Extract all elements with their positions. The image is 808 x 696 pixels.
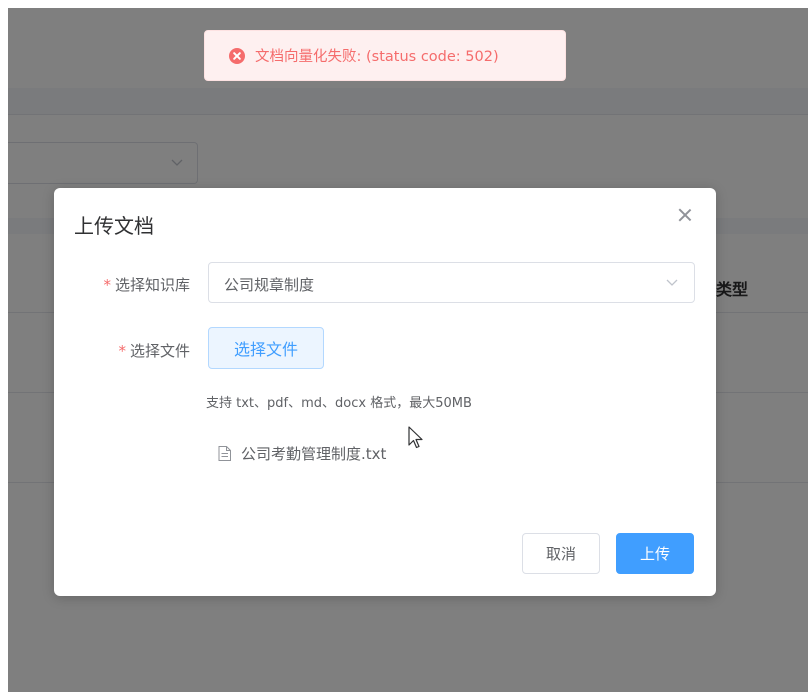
close-icon[interactable] bbox=[678, 208, 692, 222]
cancel-button[interactable]: 取消 bbox=[522, 533, 600, 574]
select-file-button[interactable]: 选择文件 bbox=[208, 327, 324, 369]
knowledge-base-selected-value: 公司规章制度 bbox=[224, 276, 315, 294]
selected-file-item[interactable]: 公司考勤管理制度.txt bbox=[218, 443, 386, 464]
dialog-title: 上传文档 bbox=[74, 214, 154, 238]
error-toast: 文档向量化失败: (status code: 502) bbox=[204, 30, 566, 81]
upload-button[interactable]: 上传 bbox=[616, 533, 694, 574]
required-mark: * bbox=[118, 342, 126, 360]
toast-message: 文档向量化失败: (status code: 502) bbox=[255, 49, 499, 65]
file-format-hint: 支持 txt、pdf、md、docx 格式，最大50MB bbox=[206, 396, 472, 411]
document-icon bbox=[218, 446, 231, 461]
knowledge-base-label-text: 选择知识库 bbox=[114, 276, 190, 294]
knowledge-base-label: * 选择知识库 bbox=[70, 274, 190, 295]
mouse-cursor-icon bbox=[408, 426, 423, 449]
upload-dialog: 上传文档 * 选择知识库 公司规章制度 * 选择文件 选择文件 支持 txt、pdf… bbox=[54, 188, 716, 596]
chevron-down-icon bbox=[666, 279, 678, 286]
required-mark: * bbox=[103, 276, 111, 294]
file-label: * 选择文件 bbox=[70, 340, 190, 361]
file-label-text: 选择文件 bbox=[129, 342, 190, 360]
selected-file-name: 公司考勤管理制度.txt bbox=[241, 445, 387, 463]
error-circle-icon bbox=[229, 47, 245, 64]
knowledge-base-select[interactable]: 公司规章制度 bbox=[208, 262, 695, 303]
